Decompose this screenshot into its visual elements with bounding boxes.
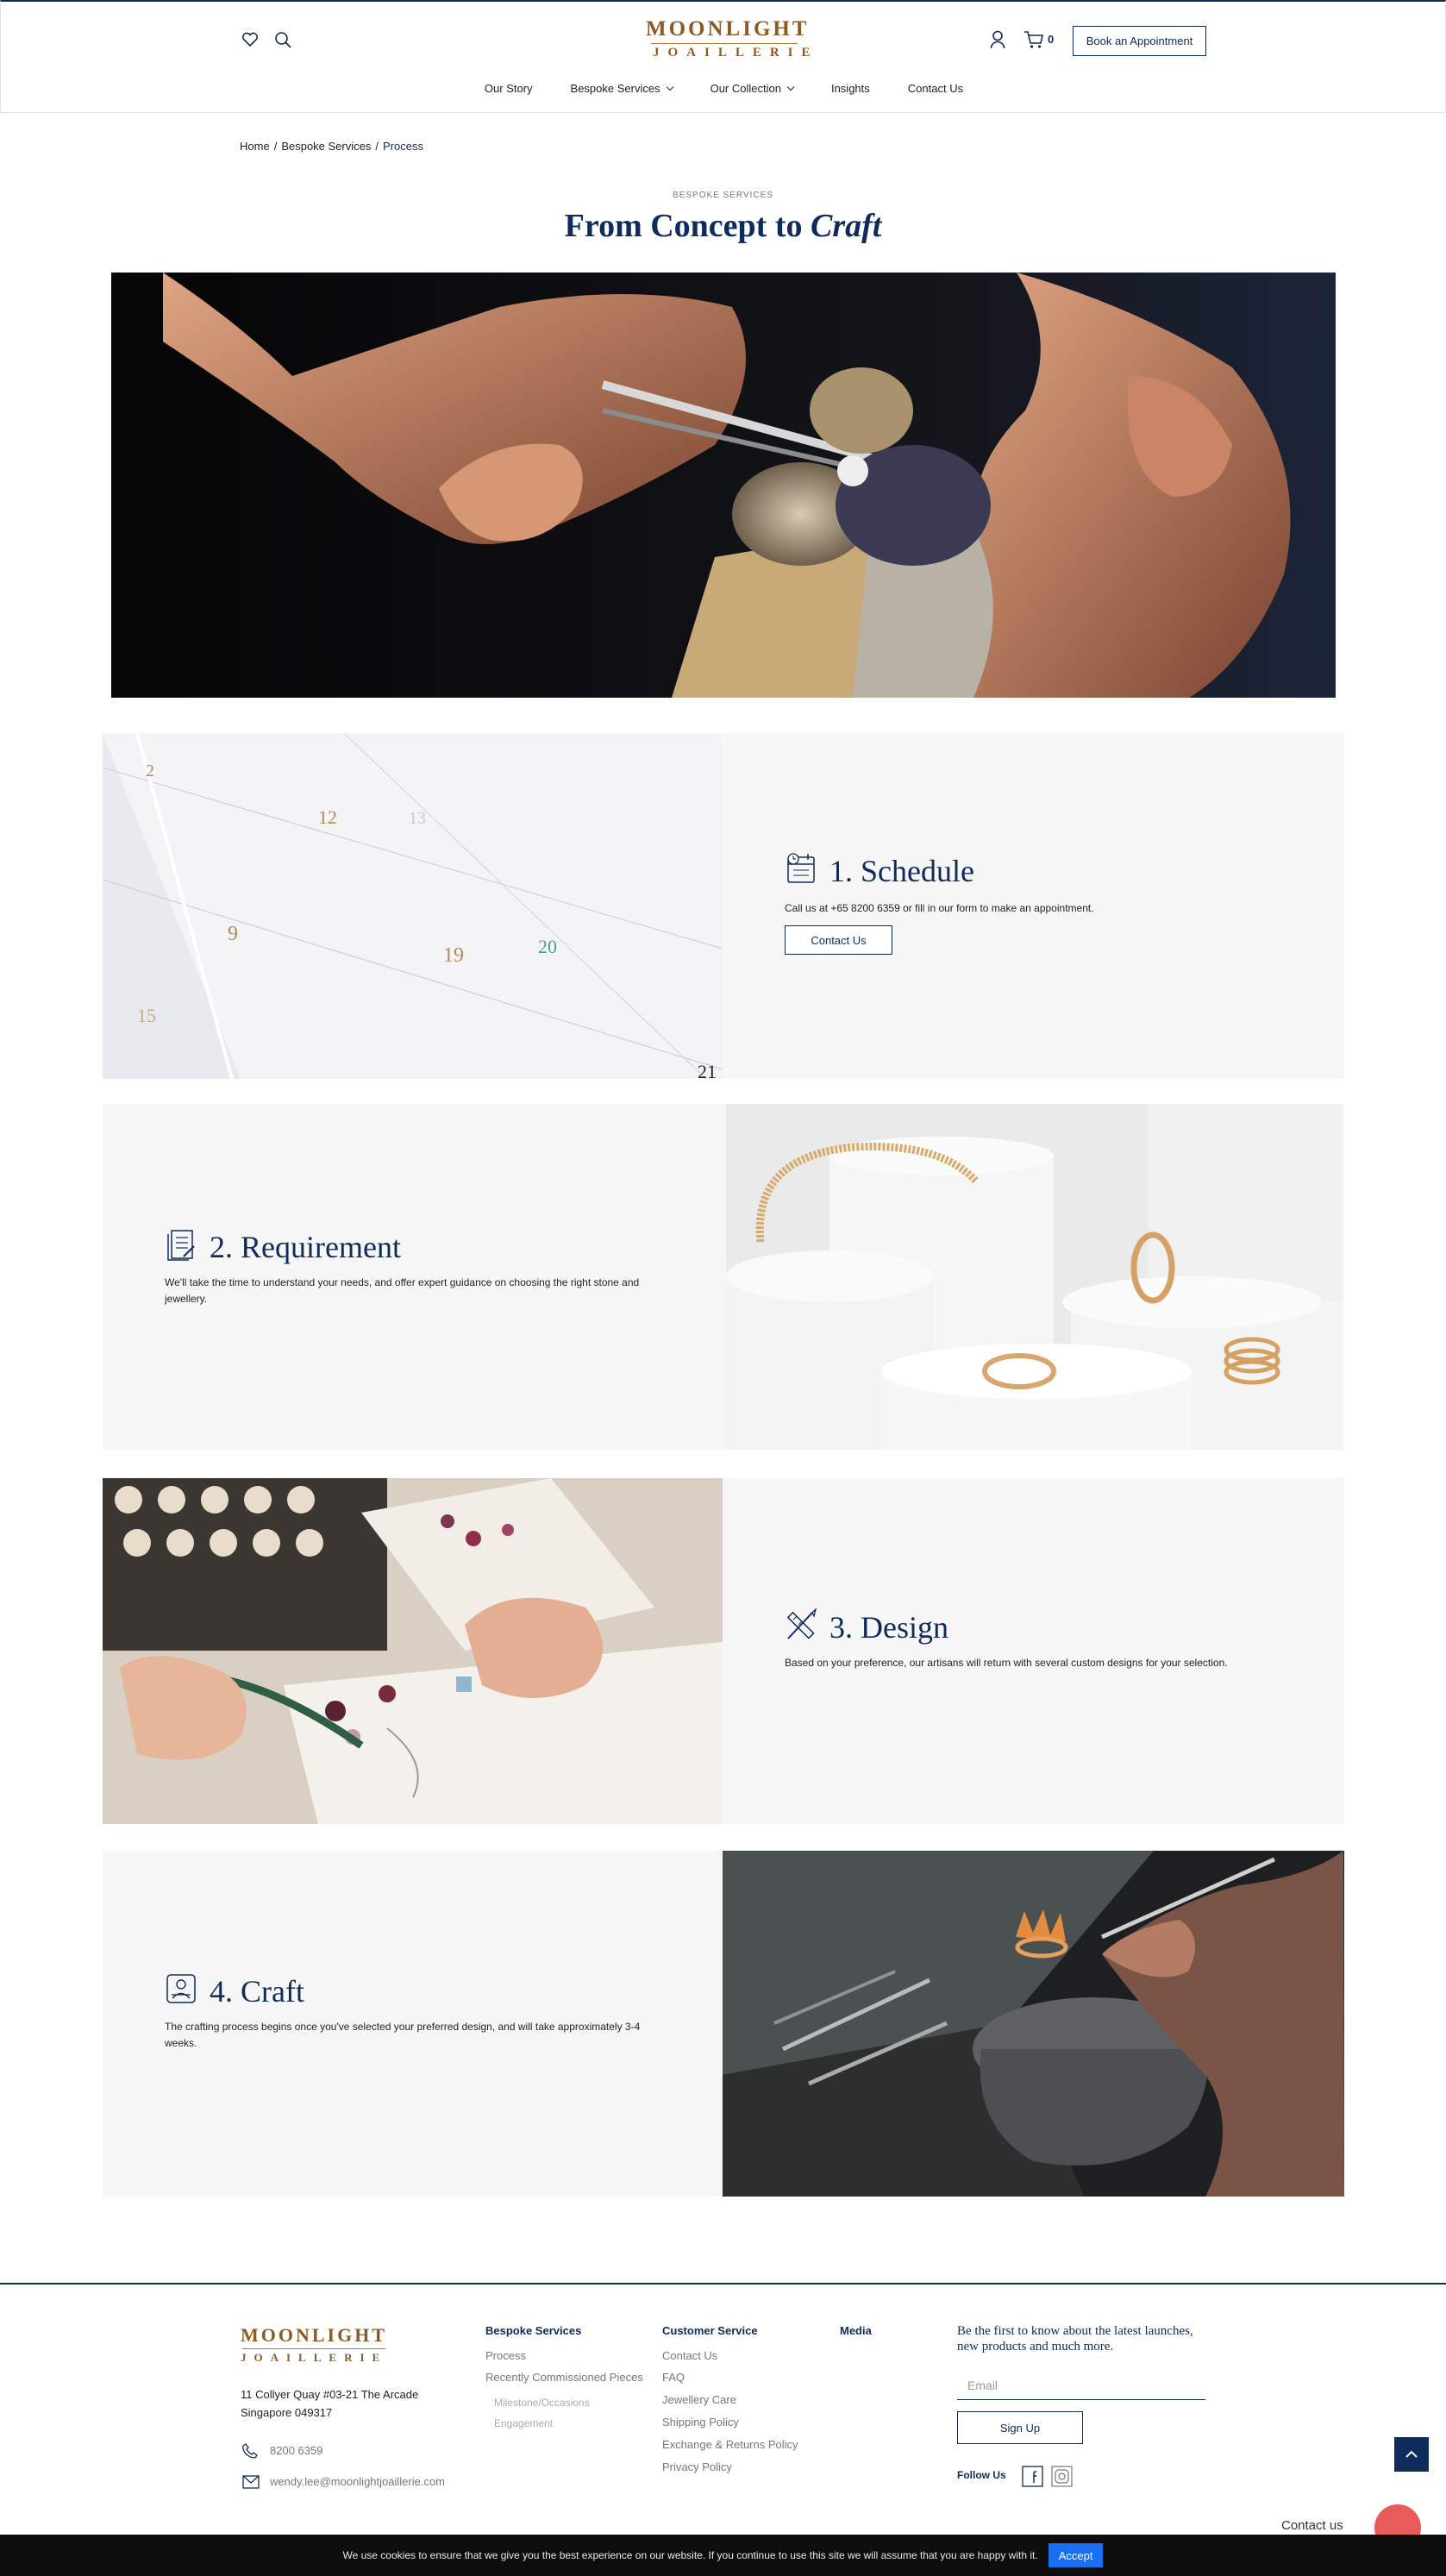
calendar-day: 21: [698, 1061, 717, 1079]
instagram-icon[interactable]: [1051, 2466, 1073, 2487]
cart-icon[interactable]: [1023, 30, 1044, 53]
store-address: 11 Collyer Quay #03-21 The Arcade Singap…: [241, 2388, 419, 2419]
scroll-to-top-button[interactable]: [1394, 2437, 1429, 2472]
facebook-icon[interactable]: [1022, 2466, 1043, 2487]
footer-link-returns[interactable]: Exchange & Returns Policy: [662, 2438, 798, 2451]
chevron-down-icon: [666, 83, 673, 91]
email-icon: [242, 2475, 260, 2493]
footer-heading-media[interactable]: Media: [840, 2324, 872, 2337]
logo-wordmark: MOONLIGHT: [241, 2324, 388, 2346]
calendar-day: 12: [318, 806, 337, 828]
chat-label[interactable]: Contact us: [1281, 2518, 1343, 2533]
footer-link-process[interactable]: Process: [485, 2349, 526, 2362]
footer-link-engagement[interactable]: Engagement: [494, 2417, 553, 2429]
step-title: 3. Design: [829, 1609, 948, 1645]
step-title: 1. Schedule: [829, 853, 974, 888]
breadcrumb-home[interactable]: Home: [240, 140, 270, 153]
pencil-ruler-icon: [785, 1607, 817, 1646]
footer-logo[interactable]: MOONLIGHT JOAILLERIE: [241, 2324, 387, 2365]
document-icon: [165, 1227, 197, 1266]
calendar-day: 13: [409, 809, 426, 828]
logo-subwordmark: JOAILLERIE: [653, 46, 819, 60]
footer-heading-customer-service: Customer Service: [662, 2324, 758, 2337]
logo-wordmark: MOONLIGHT: [646, 17, 810, 41]
step-description: Based on your preference, our artisans w…: [785, 1657, 1228, 1669]
footer-link-jewellery-care[interactable]: Jewellery Care: [662, 2393, 736, 2406]
step-requirement: 2. Requirement We'll take the time to un…: [103, 1104, 1344, 1450]
chevron-up-icon: [1405, 2450, 1418, 2458]
calendar-icon: [785, 851, 817, 890]
calendar-day: 2: [146, 762, 154, 780]
step-title: 4. Craft: [210, 1973, 304, 2009]
step-design: 3. Design Based on your preference, our …: [103, 1478, 1344, 1824]
phone-icon: [242, 2443, 258, 2463]
contact-us-button[interactable]: Contact Us: [785, 925, 892, 955]
section-eyebrow: BESPOKE SERVICES: [673, 191, 773, 200]
breadcrumb: Home / Bespoke Services / Process: [240, 140, 423, 153]
logo-subwordmark: JOAILLERIE: [241, 2351, 388, 2364]
nav-insights[interactable]: Insights: [831, 82, 870, 95]
calendar-day: 9: [228, 923, 238, 945]
calendar-day: 20: [538, 936, 557, 957]
chevron-down-icon: [786, 83, 795, 91]
cookie-banner: We use cookies to ensure that we give yo…: [0, 2535, 1446, 2576]
step-description: We'll take the time to understand your n…: [165, 1276, 640, 1305]
nav-bespoke-services[interactable]: Bespoke Services: [571, 82, 673, 95]
step-image-jewellery-display: [726, 1104, 1343, 1450]
site-footer: MOONLIGHT JOAILLERIE 11 Collyer Quay #03…: [0, 2283, 1446, 2535]
step-image-design-sketching: [103, 1478, 723, 1824]
accept-cookies-button[interactable]: Accept: [1048, 2543, 1104, 2567]
nav-contact-us[interactable]: Contact Us: [908, 82, 963, 95]
step-description: The crafting process begins once you've …: [165, 2021, 641, 2049]
newsletter-heading: Be the first to know about the latest la…: [957, 2324, 1193, 2353]
step-schedule: 2 12 13 9 19 20 15 21 1. Schedule Call u…: [103, 733, 1344, 1079]
main-nav: Our Story Bespoke Services Our Collectio…: [1, 82, 1446, 95]
footer-link-privacy[interactable]: Privacy Policy: [662, 2460, 732, 2473]
sign-up-button[interactable]: Sign Up: [957, 2411, 1083, 2444]
search-icon[interactable]: [274, 31, 292, 53]
nav-our-story[interactable]: Our Story: [485, 82, 533, 95]
footer-link-recently-commissioned[interactable]: Recently Commissioned Pieces: [485, 2371, 643, 2384]
account-icon[interactable]: [990, 30, 1005, 53]
step-craft: 4. Craft The crafting process begins onc…: [103, 1851, 1344, 2197]
footer-link-shipping[interactable]: Shipping Policy: [662, 2416, 739, 2429]
cookie-message: We use cookies to ensure that we give yo…: [342, 2549, 1038, 2561]
hero-image-jeweller-setting-stones: [111, 273, 1336, 698]
site-header: MOONLIGHT JOAILLERIE 0 Book an Appointme…: [0, 0, 1446, 113]
newsletter-email-input[interactable]: [957, 2371, 1205, 2400]
nav-our-collection[interactable]: Our Collection: [710, 82, 795, 95]
brand-logo[interactable]: MOONLIGHT JOAILLERIE: [646, 17, 819, 60]
step-title: 2. Requirement: [210, 1229, 401, 1264]
cart-count-badge: 0: [1048, 33, 1055, 46]
footer-heading-bespoke: Bespoke Services: [485, 2324, 582, 2337]
heart-icon[interactable]: [241, 32, 259, 52]
follow-us-label: Follow Us: [957, 2469, 1006, 2481]
step-description: Call us at +65 8200 6359 or fill in our …: [785, 902, 1094, 914]
footer-email[interactable]: wendy.lee@moonlightjoaillerie.com: [270, 2475, 445, 2488]
step-image-crafting-ring: [723, 1851, 1344, 2197]
breadcrumb-bespoke-services[interactable]: Bespoke Services: [281, 140, 371, 153]
craftsman-icon: [165, 1971, 197, 2010]
calendar-day: 19: [443, 944, 464, 967]
calendar-day: 15: [137, 1005, 156, 1026]
footer-link-contact[interactable]: Contact Us: [662, 2349, 717, 2362]
step-image-calendar: 2 12 13 9 19 20 15 21: [103, 733, 723, 1079]
book-appointment-button[interactable]: Book an Appointment: [1073, 26, 1206, 56]
footer-link-milestone[interactable]: Milestone/Occasions: [494, 2397, 590, 2409]
footer-phone[interactable]: 8200 6359: [270, 2444, 322, 2457]
breadcrumb-current: Process: [383, 140, 423, 153]
footer-link-faq[interactable]: FAQ: [662, 2371, 685, 2384]
page-title: From Concept to Craft: [564, 208, 882, 244]
